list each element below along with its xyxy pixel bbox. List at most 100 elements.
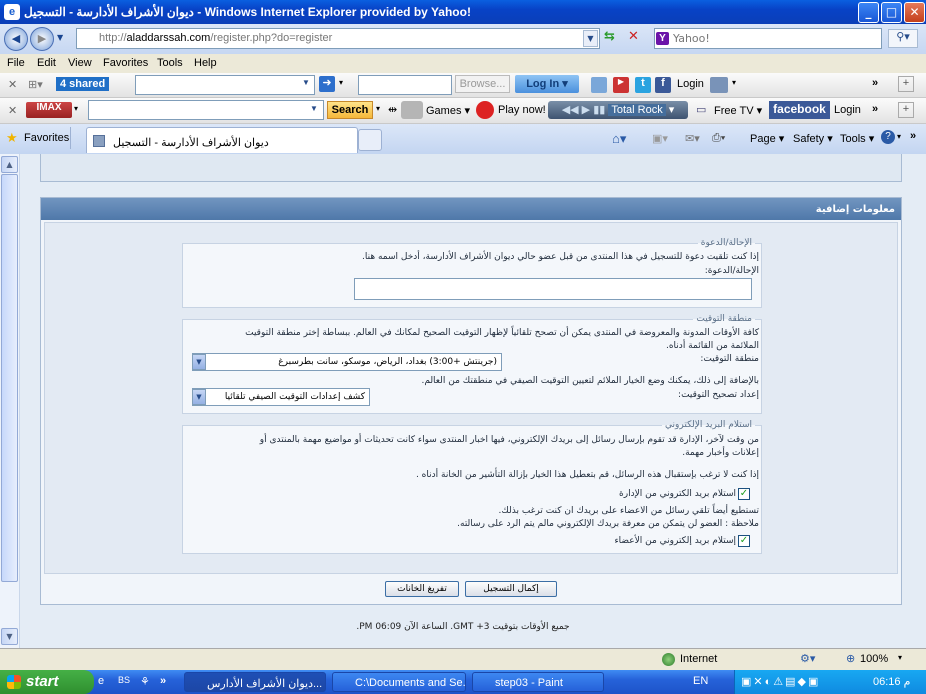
home-icon[interactable]: ⌂▾ (612, 131, 626, 147)
menu-edit[interactable]: Edit (37, 57, 56, 69)
safety-menu[interactable]: Safety ▾ (793, 132, 833, 145)
menu-file[interactable]: File (7, 57, 25, 69)
login-button[interactable]: Log In ▾ (515, 75, 579, 93)
free-tv-menu[interactable]: Free TV ▾ (714, 104, 762, 117)
add-toolbar-icon[interactable]: + (898, 76, 914, 92)
toolbar2-more-icon[interactable]: » (872, 103, 878, 115)
stop-icon[interactable]: ✕ (628, 29, 639, 44)
maximize-button[interactable]: □ (881, 2, 902, 23)
4shared-dropdown-icon[interactable]: ▼ (302, 78, 310, 87)
back-button[interactable]: ◀ (4, 27, 28, 51)
imax-dropdown-icon[interactable]: ▾ (74, 104, 78, 113)
play-now-link[interactable]: Play now! (498, 104, 546, 116)
help-icon[interactable]: ? (881, 130, 895, 144)
feeds-icon[interactable]: ▣▾ (652, 132, 668, 145)
toolbar-settings-icon[interactable] (710, 77, 728, 93)
4shared-search-input[interactable] (135, 75, 315, 95)
add-toolbar2-icon[interactable]: + (898, 102, 914, 118)
favorites-star-icon[interactable]: ★ (6, 130, 18, 146)
toolbar-menu-icon[interactable]: ⊞▾ (28, 78, 43, 91)
safety-menu-label: Safety (793, 133, 825, 145)
mail-icon[interactable]: ✉▾ (685, 132, 700, 145)
email-legend: استلام البريد الإلكتروني (665, 420, 752, 430)
zoom-level[interactable]: 100% (860, 653, 888, 665)
browse-button[interactable]: Browse... (455, 75, 510, 93)
task-ie-window[interactable]: ديوان الأشراف الأدارس... (184, 672, 326, 692)
4shared-options-icon[interactable]: ▾ (339, 78, 343, 87)
4shared-logo[interactable]: 4 shared (56, 77, 110, 91)
radio-player[interactable]: ◀◀ ▶ ▮▮ Total Rock ▾ (548, 101, 688, 119)
system-clock[interactable]: 06:16 م (873, 675, 910, 688)
additional-info-panel: معلومات إضافية الإحالة/الدعوة إذا كنت تل… (40, 197, 902, 605)
forward-button[interactable]: ▶ (30, 27, 54, 51)
protected-mode-icon[interactable]: ⚙▾ (800, 652, 815, 665)
search-go-icon[interactable]: ⚲▾ (888, 29, 918, 48)
tab-current[interactable]: ديوان الأشراف الأدارسة - التسجيل (86, 127, 358, 153)
scroll-up-button[interactable]: ▲ (1, 156, 18, 173)
print-icon[interactable]: ⎙▾ (712, 132, 725, 145)
imax-search-dropdown-icon[interactable]: ▼ (310, 104, 318, 113)
start-button[interactable]: start (0, 670, 94, 694)
scroll-down-button[interactable]: ▼ (1, 628, 18, 645)
zoom-dropdown-icon[interactable]: ▾ (898, 653, 902, 662)
task-paint-window[interactable]: step03 - Paint (472, 672, 604, 692)
vertical-scrollbar[interactable]: ▲ ▼ (0, 154, 20, 648)
twitter-icon[interactable]: t (635, 77, 651, 93)
tools-menu[interactable]: Tools ▾ (840, 132, 874, 145)
imax-search-input[interactable] (88, 100, 324, 120)
imax-search-button[interactable]: Search (327, 101, 373, 119)
language-indicator[interactable]: EN (693, 675, 708, 687)
search-input[interactable]: Yahoo! (654, 28, 882, 49)
timezone-select[interactable]: (جرينتش +3:00) بغداد، الرياض، موسكو، سان… (192, 353, 502, 371)
help-dropdown-icon[interactable]: ▾ (897, 132, 901, 141)
quicklaunch-ie-icon[interactable]: e (98, 675, 104, 687)
search-options-icon[interactable]: ▾ (376, 104, 380, 113)
upload-file-input[interactable] (358, 75, 452, 95)
page-menu[interactable]: Page ▾ (750, 132, 784, 145)
facebook-logo[interactable]: facebook (769, 101, 830, 119)
dst-select[interactable]: كشف إعدادات التوقيت الصيفي تلقائيا (192, 388, 370, 406)
resize-handle-icon[interactable]: ⇹ (388, 103, 397, 116)
close-toolbar2-icon[interactable]: ✕ (8, 104, 17, 117)
facebook-login-link[interactable]: Login (834, 104, 861, 116)
ie-icon: e (4, 4, 20, 20)
youtube-icon[interactable]: ▶ (613, 77, 629, 93)
timezone-dropdown-icon[interactable]: ▼ (192, 354, 206, 370)
referrer-input[interactable] (354, 278, 752, 300)
address-bar[interactable]: http://aladdarssah.com/register.php?do=r… (76, 28, 600, 49)
task-explorer-window[interactable]: C:\Documents and Se... (332, 672, 466, 692)
favorites-button[interactable]: Favorites (24, 132, 69, 144)
settings-dropdown-icon[interactable]: ▾ (732, 78, 736, 87)
scroll-thumb[interactable] (1, 174, 18, 582)
quicklaunch-app-icon[interactable]: ⚘ (140, 675, 150, 688)
refresh-icon[interactable]: ⇆ (604, 29, 615, 44)
games-menu[interactable]: Games ▾ (426, 104, 470, 117)
admin-email-checkbox[interactable]: ✓ (738, 488, 750, 500)
history-dropdown-icon[interactable]: ▼ (57, 33, 63, 42)
menu-view[interactable]: View (68, 57, 92, 69)
new-tab-button[interactable] (358, 129, 382, 151)
close-toolbar-icon[interactable]: ✕ (8, 78, 17, 91)
menu-tools[interactable]: Tools (157, 57, 183, 69)
timezone-description-1: كافة الأوقات المدونة والمعروضة في المنتد… (245, 328, 759, 338)
close-button[interactable]: ✕ (904, 2, 925, 23)
login-link[interactable]: Login (677, 78, 704, 90)
quicklaunch-bs-icon[interactable]: BS (118, 675, 130, 685)
messenger-icon[interactable] (591, 77, 607, 93)
login-button-label: Log In (526, 78, 560, 90)
facebook-icon[interactable]: f (655, 77, 671, 93)
reset-fields-button[interactable]: تفريغ الخانات (385, 581, 459, 597)
dst-dropdown-icon[interactable]: ▼ (192, 389, 206, 405)
commandbar-more-icon[interactable]: » (910, 130, 916, 142)
complete-registration-button[interactable]: إكمال التسجيل (465, 581, 557, 597)
member-email-checkbox[interactable]: ✓ (738, 535, 750, 547)
quicklaunch-more-icon[interactable]: » (160, 675, 166, 687)
4shared-go-icon[interactable]: ➜ (319, 76, 335, 92)
menu-help[interactable]: Help (194, 57, 217, 69)
tray-icons[interactable]: ▣✕◐⚠▤◆▣ (741, 675, 820, 688)
imax-logo[interactable]: IMAX (26, 102, 72, 118)
minimize-button[interactable]: _ (858, 2, 879, 23)
address-dropdown-icon[interactable]: ▼ (583, 30, 598, 47)
toolbar-more-icon[interactable]: » (872, 77, 878, 89)
menu-favorites[interactable]: Favorites (103, 57, 148, 69)
